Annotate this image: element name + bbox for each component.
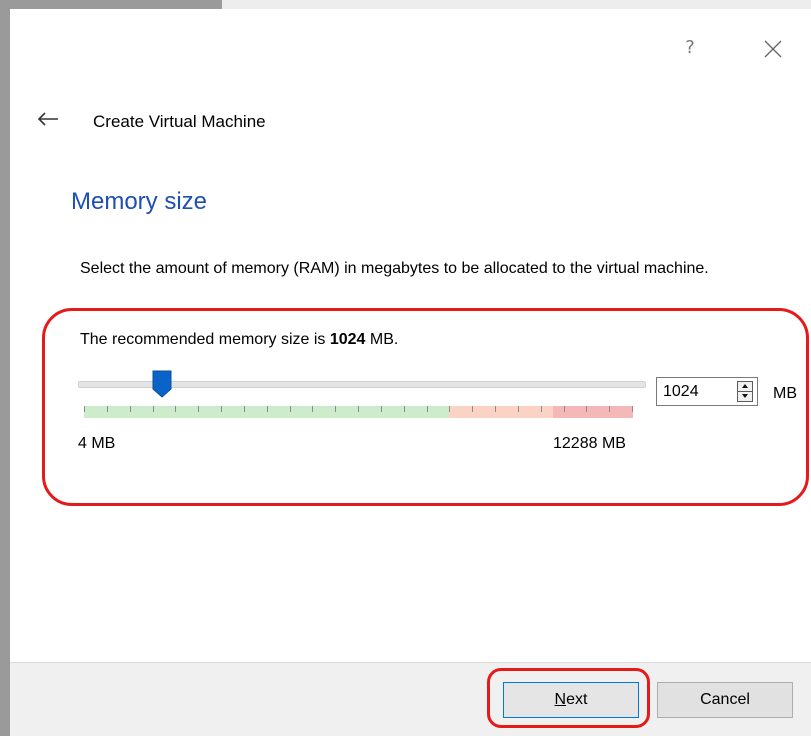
help-button[interactable]: ? (680, 36, 700, 60)
scale-tick (107, 406, 108, 412)
memory-value-input[interactable] (663, 378, 728, 405)
scale-tick (153, 406, 154, 412)
scale-tick (609, 406, 610, 412)
close-icon[interactable] (760, 36, 786, 62)
recommended-prefix: The recommended memory size is (80, 331, 330, 348)
scale-tick (130, 406, 131, 412)
scale-tick (564, 406, 565, 412)
scale-tick (427, 406, 428, 412)
scale-tick (495, 406, 496, 412)
scale-tick (586, 406, 587, 412)
memory-scale-ticks (84, 406, 633, 412)
memory-unit-label: MB (773, 385, 797, 402)
scale-tick (290, 406, 291, 412)
scale-tick (335, 406, 336, 412)
window-top-strip-bright (222, 0, 811, 9)
memory-slider-thumb[interactable] (151, 369, 173, 399)
scale-tick (472, 406, 473, 412)
wizard-title: Create Virtual Machine (93, 112, 266, 131)
scale-tick (221, 406, 222, 412)
spin-up-button[interactable] (738, 382, 752, 392)
dialog-footer: Next Cancel (10, 662, 811, 736)
scale-tick (175, 406, 176, 412)
next-mnemonic: N (554, 691, 567, 708)
recommended-size-text: The recommended memory size is 1024 MB. (80, 331, 398, 349)
next-label-rest: ext (566, 691, 588, 708)
section-heading: Memory size (71, 188, 208, 215)
next-button[interactable]: Next (503, 682, 639, 718)
description-text: Select the amount of memory (RAM) in meg… (80, 260, 709, 277)
scale-tick (632, 406, 633, 412)
recommended-suffix: MB. (365, 331, 399, 348)
max-memory-label: 12288 MB (553, 435, 626, 452)
scale-tick (312, 406, 313, 412)
recommended-value: 1024 (329, 331, 366, 348)
window-left-border (0, 0, 10, 736)
min-memory-label: 4 MB (78, 435, 116, 452)
scale-tick (358, 406, 359, 412)
spin-down-button[interactable] (738, 392, 752, 401)
scale-tick (449, 406, 450, 412)
scale-tick (84, 406, 85, 412)
memory-spinbox[interactable] (656, 377, 758, 406)
scale-tick (244, 406, 245, 412)
scale-tick (404, 406, 405, 412)
scale-tick (198, 406, 199, 412)
scale-tick (541, 406, 542, 412)
scale-tick (381, 406, 382, 412)
scale-tick (518, 406, 519, 412)
window-top-strip-dark (0, 0, 222, 9)
cancel-button[interactable]: Cancel (657, 682, 793, 718)
scale-tick (267, 406, 268, 412)
back-arrow-icon[interactable] (36, 110, 62, 128)
spin-buttons (737, 381, 753, 402)
